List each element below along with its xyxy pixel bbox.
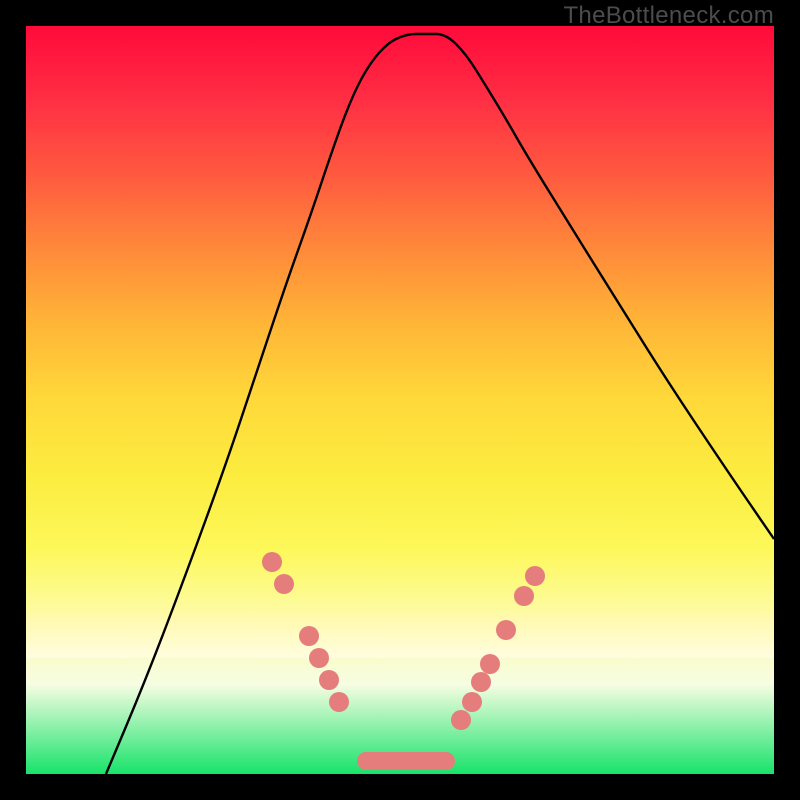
marker-dot xyxy=(329,692,349,712)
chart-svg xyxy=(26,26,774,774)
marker-dot xyxy=(471,672,491,692)
marker-dot xyxy=(451,710,471,730)
marker-dot xyxy=(480,654,500,674)
bottleneck-curve xyxy=(106,34,774,774)
marker-dot xyxy=(496,620,516,640)
marker-dot xyxy=(514,586,534,606)
marker-dot xyxy=(262,552,282,572)
marker-dot xyxy=(319,670,339,690)
marker-dot xyxy=(299,626,319,646)
marker-dot xyxy=(525,566,545,586)
watermark-text: TheBottleneck.com xyxy=(563,2,774,30)
markers-group xyxy=(262,552,545,730)
marker-dot xyxy=(274,574,294,594)
marker-dot xyxy=(309,648,329,668)
plot-area xyxy=(26,26,774,774)
marker-dot xyxy=(462,692,482,712)
chart-stage: TheBottleneck.com xyxy=(0,0,800,800)
